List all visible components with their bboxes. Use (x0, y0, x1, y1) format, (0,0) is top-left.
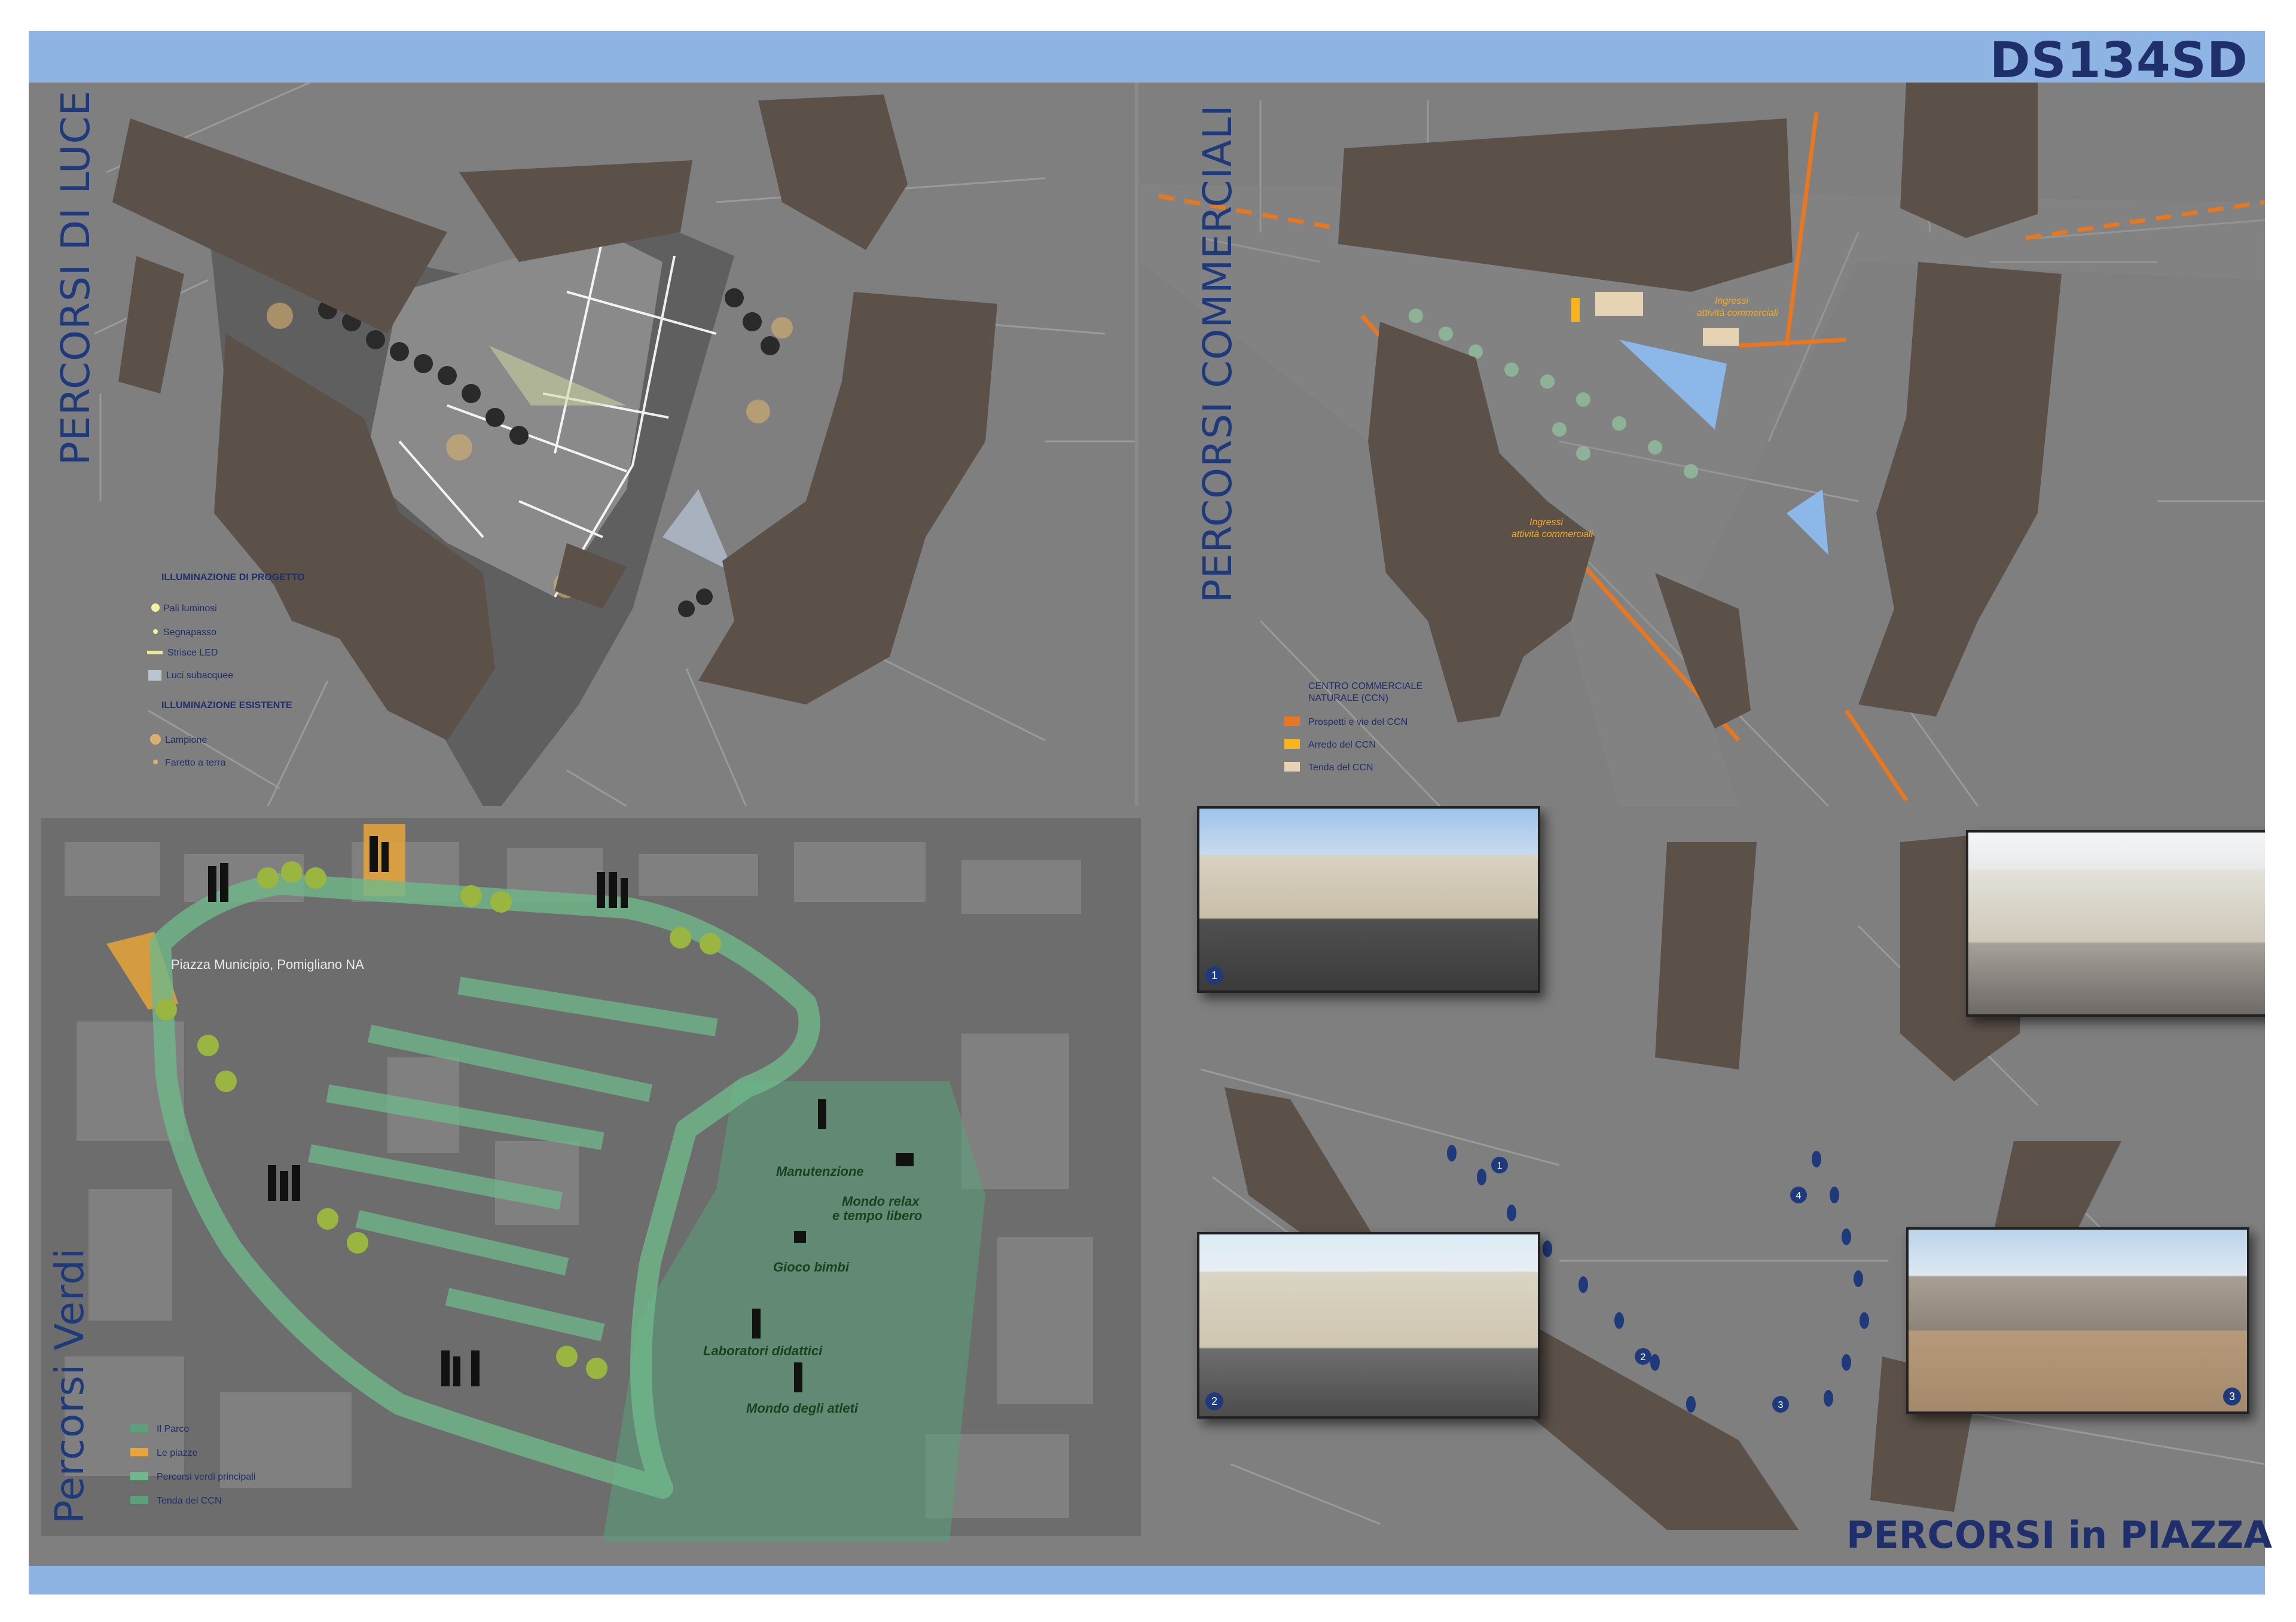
svg-text:Faretto a terra: Faretto a terra (165, 758, 225, 768)
project-code: DS134SD (1989, 32, 2248, 89)
svg-text:ILLUMINAZIONE ESISTENTE: ILLUMINAZIONE ESISTENTE (161, 700, 292, 711)
column-divider (1135, 83, 1138, 806)
title-percorsi-commerciali: PERCORSI COMMERCIALI (1195, 104, 1241, 603)
svg-text:Pali luminosi: Pali luminosi (163, 603, 217, 614)
svg-text:Mondo degli atleti: Mondo degli atleti (746, 1401, 859, 1416)
svg-text:Tenda del CCN: Tenda del CCN (157, 1496, 222, 1506)
photo-3: 3 (1906, 1227, 2249, 1414)
title-percorsi-piazza: PERCORSI in PIAZZA (1846, 1513, 2273, 1557)
svg-text:attività commerciali: attività commerciali (1512, 529, 1593, 539)
svg-text:Ingressi: Ingressi (1715, 296, 1748, 306)
svg-text:3: 3 (1778, 1400, 1784, 1410)
panel-percorsi-luce: ILLUMINAZIONE DI PROGETTO Pali luminosi … (29, 83, 1135, 806)
svg-text:2: 2 (1641, 1352, 1646, 1362)
bottom-frame-bar (29, 1566, 2265, 1594)
svg-text:Ingressi: Ingressi (1529, 517, 1563, 528)
svg-text:4: 4 (1796, 1191, 1802, 1201)
commerciali-legend: CENTRO COMMERCIALE NATURALE (CCN) Prospe… (1284, 681, 1422, 773)
svg-text:Lampione: Lampione (165, 735, 207, 745)
photo-4: 4 (1966, 830, 2265, 1017)
svg-text:Percorsi verdi principali: Percorsi verdi principali (157, 1472, 255, 1482)
svg-text:Strisce LED: Strisce LED (167, 648, 218, 658)
svg-text:Laboratori didattici: Laboratori didattici (703, 1343, 823, 1358)
svg-text:Luci subacquee: Luci subacquee (166, 670, 233, 681)
title-percorsi-verdi: Percorsi Verdi (47, 1247, 93, 1524)
verdi-map: Piazza Municipio, Pomigliano NA Manutenz… (41, 818, 1141, 1542)
svg-text:1: 1 (1497, 1161, 1503, 1171)
presentation-board: ILLUMINAZIONE DI PROGETTO Pali luminosi … (29, 83, 2265, 1566)
svg-text:Tenda del CCN: Tenda del CCN (1308, 763, 1373, 773)
svg-text:Mondo relax: Mondo relax (842, 1194, 920, 1209)
svg-text:Manutenzione: Manutenzione (776, 1164, 864, 1179)
photo-1: 1 (1197, 806, 1540, 993)
svg-text:attività commerciali: attività commerciali (1697, 308, 1778, 318)
luce-legend: ILLUMINAZIONE DI PROGETTO Pali luminosi … (147, 572, 305, 768)
top-frame-bar (29, 31, 2265, 83)
commerciali-map: Ingressi attività commerciali Ingressi a… (1141, 83, 2265, 806)
panel-percorsi-commerciali: Ingressi attività commerciali Ingressi a… (1141, 83, 2265, 806)
svg-text:e tempo libero: e tempo libero (832, 1208, 922, 1223)
panel-percorsi-piazza: 1 2 3 4 1 4 2 3 (1141, 806, 2265, 1566)
title-percorsi-luce: PERCORSI DI LUCE (53, 90, 99, 465)
svg-text:CENTRO COMMERCIALE: CENTRO COMMERCIALE (1308, 681, 1422, 691)
svg-text:Arredo del CCN: Arredo del CCN (1308, 740, 1376, 750)
svg-text:Le piazze: Le piazze (157, 1448, 198, 1458)
svg-text:Gioco bimbi: Gioco bimbi (773, 1260, 850, 1275)
svg-text:ILLUMINAZIONE DI PROGETTO: ILLUMINAZIONE DI PROGETTO (161, 572, 305, 583)
luce-map: ILLUMINAZIONE DI PROGETTO Pali luminosi … (94, 83, 1135, 806)
place-label: Piazza Municipio, Pomigliano NA (171, 957, 364, 972)
panel-percorsi-verdi: Piazza Municipio, Pomigliano NA Manutenz… (29, 806, 1141, 1566)
svg-text:Segnapasso: Segnapasso (163, 627, 216, 638)
svg-text:NATURALE (CCN): NATURALE (CCN) (1308, 693, 1388, 703)
svg-text:Il Parco: Il Parco (157, 1424, 189, 1434)
svg-text:Prospetti e vie del CCN: Prospetti e vie del CCN (1308, 717, 1407, 727)
photo-2: 2 (1197, 1232, 1540, 1419)
